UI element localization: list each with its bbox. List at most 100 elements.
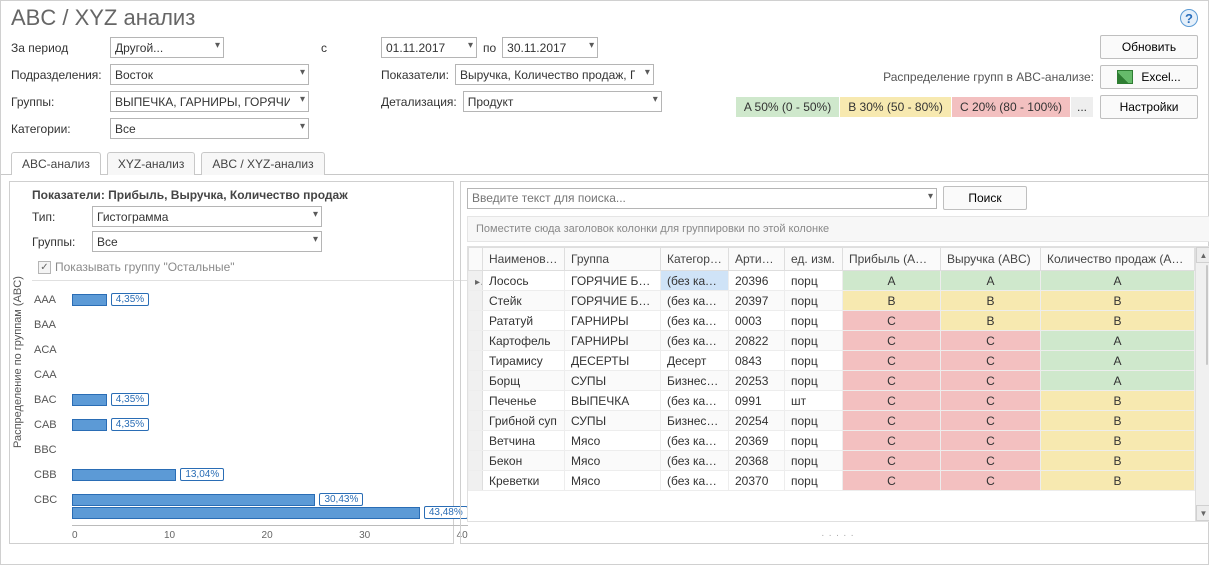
axis-tick: 0	[72, 530, 78, 541]
bar-category-label: CAB	[34, 419, 68, 431]
table-row[interactable]: ВетчинаМясо(без кате...20369порцCCB	[469, 431, 1195, 451]
cell: Стейк	[483, 291, 565, 311]
tab-xyz[interactable]: XYZ-анализ	[107, 152, 196, 175]
from-date[interactable]	[381, 37, 477, 58]
left-panel-title: Показатели: Прибыль, Выручка, Количество…	[32, 186, 474, 206]
abc-cell: A	[1041, 371, 1195, 391]
chip-b[interactable]: B 30% (50 - 80%)	[840, 97, 952, 117]
chip-more[interactable]: ...	[1071, 97, 1094, 117]
period-select[interactable]	[110, 37, 224, 58]
cell: (без кате...	[661, 291, 729, 311]
chart-type-select[interactable]	[92, 206, 322, 227]
cell: Печенье	[483, 391, 565, 411]
search-button[interactable]: Поиск	[943, 186, 1027, 210]
abc-cell: C	[941, 351, 1041, 371]
cell: 20254	[729, 411, 785, 431]
col-article[interactable]: Артикул	[729, 248, 785, 271]
abc-cell: C	[843, 451, 941, 471]
scroll-thumb[interactable]	[1206, 265, 1208, 365]
show-other-label: Показывать группу "Остальные"	[55, 260, 235, 274]
table-row[interactable]: КартофельГАРНИРЫ(без кате...20822порцCCA	[469, 331, 1195, 351]
scroll-up-icon[interactable]: ▲	[1196, 247, 1209, 263]
cell: порц	[785, 311, 843, 331]
excel-button[interactable]: Excel...	[1100, 65, 1198, 89]
cell: порц	[785, 431, 843, 451]
from-label: с	[321, 41, 327, 55]
settings-button[interactable]: Настройки	[1100, 95, 1198, 119]
bar-value-label: 13,04%	[180, 468, 224, 481]
chip-a[interactable]: A 50% (0 - 50%)	[736, 97, 840, 117]
table-row[interactable]: РататуйГАРНИРЫ(без кате...0003порцCBB	[469, 311, 1195, 331]
table-row[interactable]: ▸ЛососьГОРЯЧИЕ БЛЮДА(без кате...20396пор…	[469, 271, 1195, 291]
splitter-handle[interactable]: ·····	[461, 528, 1209, 543]
abc-cell: C	[941, 391, 1041, 411]
search-input[interactable]	[467, 188, 937, 209]
cell: ВЫПЕЧКА	[565, 391, 661, 411]
to-date[interactable]	[502, 37, 598, 58]
col-unit[interactable]: ед. изм.	[785, 248, 843, 271]
left-vertical-label: Распределение по группам (ABC)	[10, 182, 26, 543]
tab-abcxyz[interactable]: ABC / XYZ-анализ	[201, 152, 324, 175]
table-row[interactable]: БеконМясо(без кате...20368порцCCB	[469, 451, 1195, 471]
bar	[72, 294, 107, 306]
table-row[interactable]: КреветкиМясо(без кате...20370порцCCB	[469, 471, 1195, 491]
table-row[interactable]: БорщСУПЫБизнес-л...20253порцCCA	[469, 371, 1195, 391]
bar-category-label: ACA	[34, 344, 68, 356]
cell: Бизнес-л...	[661, 371, 729, 391]
col-group[interactable]: Группа	[565, 248, 661, 271]
bar	[72, 419, 107, 431]
abc-cell: B	[1041, 391, 1195, 411]
row-indicator	[469, 371, 483, 391]
categories-select[interactable]	[110, 118, 309, 139]
table-row[interactable]: ТирамисуДЕСЕРТЫДесерт0843порцCCA	[469, 351, 1195, 371]
tab-abc[interactable]: ABC-анализ	[11, 152, 101, 175]
bar-category-label: CBC	[34, 494, 68, 506]
cell: порц	[785, 471, 843, 491]
chart-groups-select[interactable]	[92, 231, 322, 252]
help-icon[interactable]: ?	[1180, 9, 1198, 27]
abc-cell: C	[843, 411, 941, 431]
cell: Борщ	[483, 371, 565, 391]
group-hint[interactable]: Поместите сюда заголовок колонки для гру…	[467, 216, 1209, 242]
tabs: ABC-анализ XYZ-анализ ABC / XYZ-анализ	[1, 151, 1208, 175]
col-category[interactable]: Категория	[661, 248, 729, 271]
refresh-button[interactable]: Обновить	[1100, 35, 1198, 59]
detail-select[interactable]	[463, 91, 662, 112]
division-label: Подразделения:	[11, 68, 104, 82]
cell: (без кате...	[661, 451, 729, 471]
cell: 20368	[729, 451, 785, 471]
col-revenue-abc[interactable]: Выручка (ABC)	[941, 248, 1041, 271]
bar-value-label: 4,35%	[111, 418, 149, 431]
abc-cell: C	[941, 431, 1041, 451]
cell: СУПЫ	[565, 411, 661, 431]
abc-cell: B	[1041, 311, 1195, 331]
indicator-select[interactable]	[455, 64, 654, 85]
show-other-checkbox[interactable]: ✓	[38, 261, 51, 274]
scroll-down-icon[interactable]: ▼	[1196, 505, 1209, 521]
bar-row: BAC4,35%	[72, 387, 468, 412]
abc-chips[interactable]: A 50% (0 - 50%) B 30% (50 - 80%) C 20% (…	[736, 97, 1094, 117]
table-row[interactable]: ПеченьеВЫПЕЧКА(без кате...0991штCCB	[469, 391, 1195, 411]
col-profit-abc[interactable]: Прибыль (ABC)	[843, 248, 941, 271]
cell: Десерт	[661, 351, 729, 371]
chip-c[interactable]: C 20% (80 - 100%)	[952, 97, 1071, 117]
cell: Мясо	[565, 451, 661, 471]
cell: ГАРНИРЫ	[565, 311, 661, 331]
cell: ДЕСЕРТЫ	[565, 351, 661, 371]
division-select[interactable]	[110, 64, 309, 85]
bar-row: CAB4,35%	[72, 412, 468, 437]
bar-row: ACA	[72, 337, 468, 362]
indicator-label: Показатели:	[381, 68, 449, 82]
abc-cell: B	[1041, 451, 1195, 471]
bar	[72, 469, 176, 481]
abc-cell: A	[941, 271, 1041, 291]
table-row[interactable]: СтейкГОРЯЧИЕ БЛЮДА(без кате...20397порцB…	[469, 291, 1195, 311]
col-qty-abc[interactable]: Количество продаж (ABC)	[1041, 248, 1195, 271]
groups-select[interactable]	[110, 91, 309, 112]
excel-icon	[1117, 70, 1133, 84]
chart-groups-label: Группы:	[32, 235, 86, 249]
col-name[interactable]: Наименование	[483, 248, 565, 271]
abc-cell: B	[1041, 471, 1195, 491]
table-row[interactable]: Грибной супСУПЫБизнес-л...20254порцCCB	[469, 411, 1195, 431]
vertical-scrollbar[interactable]: ▲ ▼	[1195, 247, 1209, 521]
